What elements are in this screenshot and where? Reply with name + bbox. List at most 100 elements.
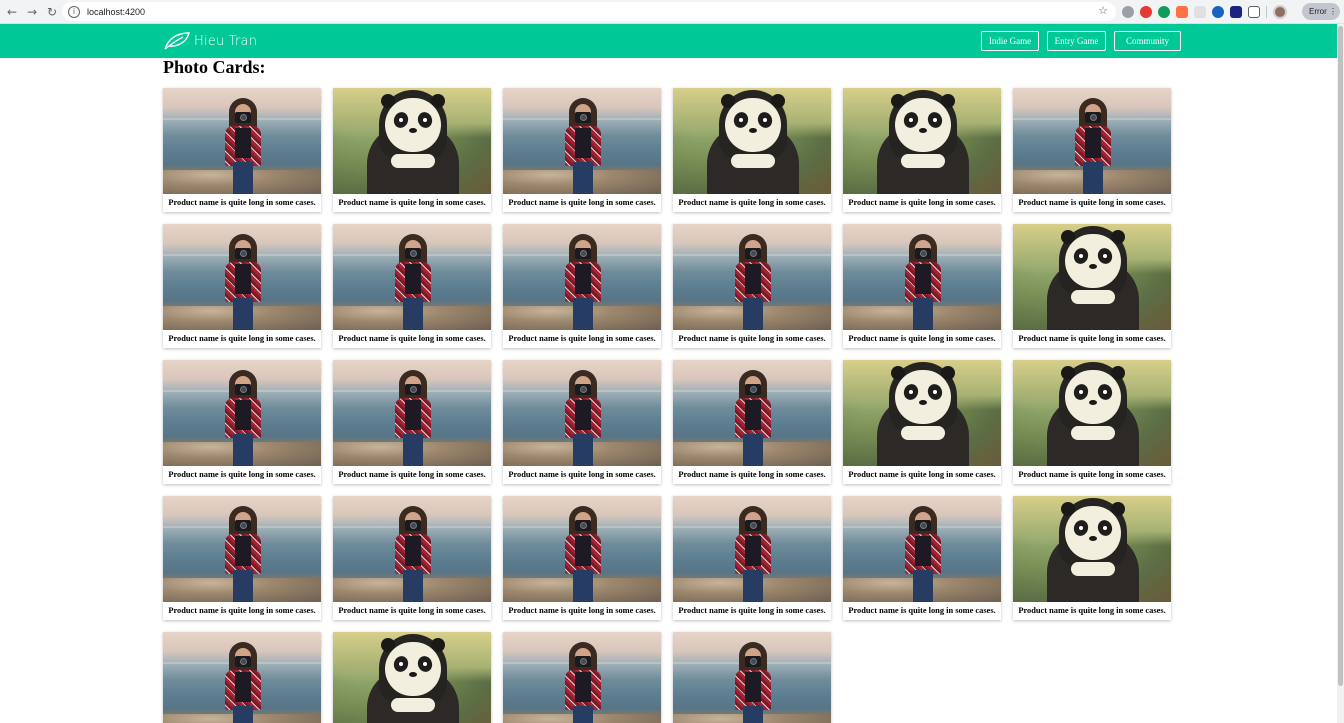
card-photo: [503, 360, 661, 466]
card-caption: Product name is quite long in some cases…: [338, 606, 486, 615]
card-caption: Product name is quite long in some cases…: [168, 334, 316, 343]
page-title: Photo Cards:: [163, 57, 266, 77]
photo-card[interactable]: Product name is quite long in some cases…: [163, 360, 321, 484]
address-url: localhost:4200: [87, 6, 146, 17]
card-caption: Product name is quite long in some cases…: [1018, 198, 1166, 207]
nav-entry-game-button[interactable]: Entry Game: [1047, 31, 1106, 51]
adblock-extension-icon[interactable]: [1140, 6, 1152, 18]
photo-card[interactable]: Product name is quite long in some cases…: [163, 88, 321, 212]
header-nav: Indie Game Entry Game Community: [981, 31, 1181, 51]
grammar-extension-icon[interactable]: [1158, 6, 1170, 18]
card-caption: Product name is quite long in some cases…: [338, 198, 486, 207]
brand-name: Hieu Tran: [194, 33, 258, 49]
shield-extension-icon[interactable]: [1230, 6, 1242, 18]
card-caption: Product name is quite long in some cases…: [338, 334, 486, 343]
toolbar-divider: [1266, 6, 1267, 18]
card-photo: [503, 88, 661, 194]
photo-card[interactable]: Product name is quite long in some cases…: [673, 88, 831, 212]
card-photo: [673, 88, 831, 194]
photo-card[interactable]: Product name is quite long in some cases…: [503, 88, 661, 212]
profile-avatar[interactable]: [1273, 5, 1287, 19]
error-label: Error: [1309, 7, 1327, 16]
photo-card[interactable]: Product name is quite long in some cases…: [503, 360, 661, 484]
bookmark-star-icon[interactable]: ☆: [1098, 4, 1108, 17]
heart-extension-icon[interactable]: [1212, 6, 1224, 18]
card-caption: Product name is quite long in some cases…: [1018, 470, 1166, 479]
fox-extension-icon[interactable]: [1176, 6, 1188, 18]
photo-card[interactable]: Product name is quite long in some cases…: [163, 496, 321, 620]
photo-card[interactable]: Product name is quite long in some cases…: [163, 632, 321, 723]
back-arrow-icon[interactable]: ←: [2, 2, 22, 22]
card-photo: [673, 496, 831, 602]
app-header: Hieu Tran Indie Game Entry Game Communit…: [0, 24, 1337, 58]
photo-card[interactable]: Product name is quite long in some cases…: [1013, 360, 1171, 484]
card-photo: [163, 360, 321, 466]
card-caption: Product name is quite long in some cases…: [678, 198, 826, 207]
card-photo: [673, 224, 831, 330]
card-photo: [163, 224, 321, 330]
card-photo: [503, 496, 661, 602]
scrollbar-thumb[interactable]: [1338, 26, 1343, 686]
photo-card[interactable]: Product name is quite long in some cases…: [333, 224, 491, 348]
photo-card-grid: Product name is quite long in some cases…: [163, 88, 1173, 723]
card-caption: Product name is quite long in some cases…: [1018, 334, 1166, 343]
card-photo: [163, 632, 321, 723]
card-caption: Product name is quite long in some cases…: [508, 470, 656, 479]
nav-community-button[interactable]: Community: [1114, 31, 1181, 51]
card-caption: Product name is quite long in some cases…: [508, 606, 656, 615]
card-caption: Product name is quite long in some cases…: [1018, 606, 1166, 615]
card-caption: Product name is quite long in some cases…: [848, 334, 996, 343]
photo-card[interactable]: Product name is quite long in some cases…: [333, 360, 491, 484]
recycle-extension-icon[interactable]: [1122, 6, 1134, 18]
card-photo: [843, 88, 1001, 194]
browser-toolbar: ← → ↻ i localhost:4200 ☆ Error ⋮: [0, 0, 1344, 24]
photo-card[interactable]: Product name is quite long in some cases…: [1013, 496, 1171, 620]
photo-card[interactable]: Product name is quite long in some cases…: [1013, 88, 1171, 212]
photo-card[interactable]: Product name is quite long in some cases…: [673, 224, 831, 348]
photo-card[interactable]: Product name is quite long in some cases…: [843, 88, 1001, 212]
photo-card[interactable]: Product name is quite long in some cases…: [163, 224, 321, 348]
card-caption: Product name is quite long in some cases…: [848, 606, 996, 615]
brand[interactable]: Hieu Tran: [163, 30, 257, 52]
card-photo: [163, 88, 321, 194]
photo-card[interactable]: Product name is quite long in some cases…: [843, 496, 1001, 620]
photo-card[interactable]: Product name is quite long in some cases…: [673, 360, 831, 484]
card-photo: [333, 88, 491, 194]
card-photo: [1013, 224, 1171, 330]
card-photo: [1013, 360, 1171, 466]
site-info-icon[interactable]: i: [68, 5, 80, 18]
photo-card[interactable]: Product name is quite long in some cases…: [843, 360, 1001, 484]
photo-card[interactable]: Product name is quite long in some cases…: [843, 224, 1001, 348]
card-photo: [673, 360, 831, 466]
error-menu-button[interactable]: Error ⋮: [1302, 3, 1340, 20]
photo-card[interactable]: Product name is quite long in some cases…: [1013, 224, 1171, 348]
card-caption: Product name is quite long in some cases…: [848, 470, 996, 479]
photo-card[interactable]: Product name is quite long in some cases…: [503, 496, 661, 620]
forward-arrow-icon[interactable]: →: [22, 2, 42, 22]
card-caption: Product name is quite long in some cases…: [508, 198, 656, 207]
card-photo: [503, 632, 661, 723]
photo-card[interactable]: Product name is quite long in some cases…: [673, 496, 831, 620]
nav-indie-game-button[interactable]: Indie Game: [981, 31, 1039, 51]
card-photo: [673, 632, 831, 723]
photo-card[interactable]: Product name is quite long in some cases…: [503, 224, 661, 348]
photo-card[interactable]: Product name is quite long in some cases…: [333, 632, 491, 723]
address-bar[interactable]: i localhost:4200 ☆: [62, 2, 1116, 21]
card-photo: [843, 360, 1001, 466]
card-caption: Product name is quite long in some cases…: [678, 470, 826, 479]
card-photo: [333, 224, 491, 330]
page-scrollbar[interactable]: [1337, 24, 1344, 723]
puzzle-extensions-icon[interactable]: [1248, 6, 1260, 18]
photo-card[interactable]: Product name is quite long in some cases…: [333, 88, 491, 212]
dots-extension-icon[interactable]: [1194, 6, 1206, 18]
card-photo: [503, 224, 661, 330]
card-caption: Product name is quite long in some cases…: [168, 606, 316, 615]
reload-icon[interactable]: ↻: [42, 2, 62, 22]
photo-card[interactable]: Product name is quite long in some cases…: [333, 496, 491, 620]
card-photo: [333, 632, 491, 723]
card-photo: [843, 224, 1001, 330]
photo-card[interactable]: Product name is quite long in some cases…: [673, 632, 831, 723]
photo-card[interactable]: Product name is quite long in some cases…: [503, 632, 661, 723]
card-photo: [163, 496, 321, 602]
card-photo: [333, 360, 491, 466]
